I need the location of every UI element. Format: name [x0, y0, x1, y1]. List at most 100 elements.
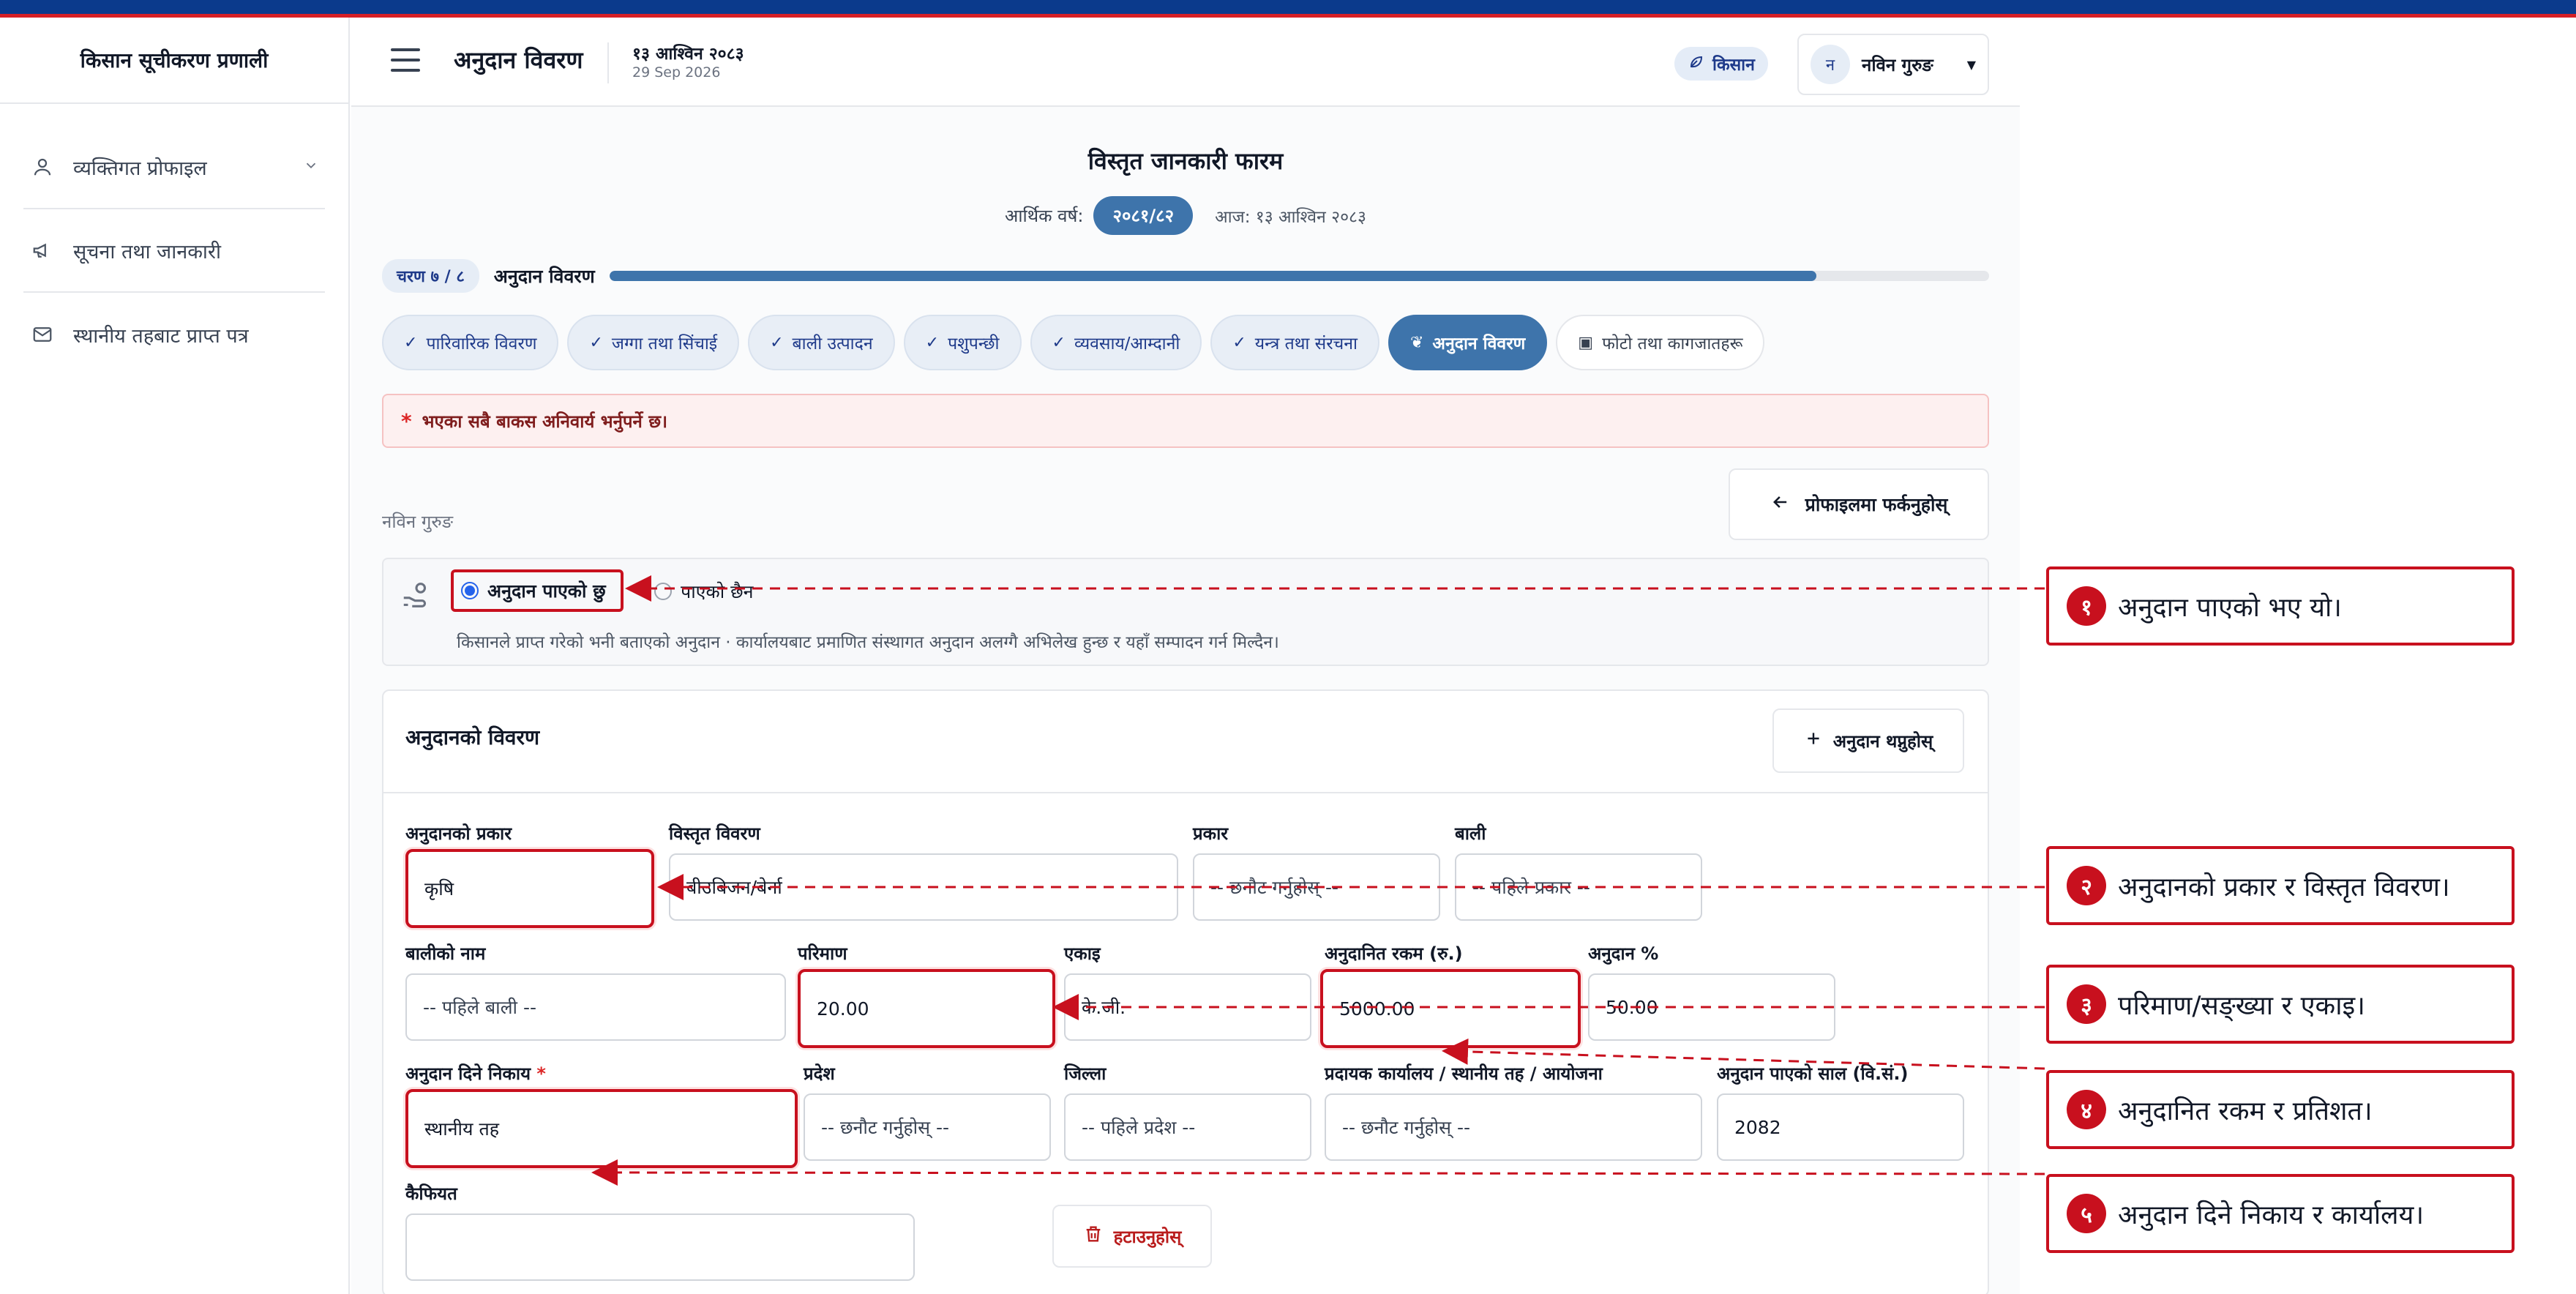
remarks-field[interactable]: [405, 1213, 915, 1281]
menu-icon[interactable]: [391, 48, 420, 75]
check-icon: ✓: [589, 333, 603, 352]
grant-type-field[interactable]: कृषि: [405, 849, 654, 928]
tab-2[interactable]: ✓ जग्गा तथा सिंचाई: [567, 315, 740, 370]
annotation-callout-2: २ अनुदानको प्रकार र विस्तृत विवरण।: [2046, 846, 2515, 925]
tab-6[interactable]: ✓ यन्त्र तथा संरचना: [1210, 315, 1379, 370]
avatar: न: [1811, 45, 1850, 84]
card-divider: [383, 792, 1988, 793]
sidebar-item-profile[interactable]: व्यक्तिगत प्रोफाइल: [23, 126, 325, 209]
caret-down-icon: ▼: [1966, 57, 1976, 72]
label-remarks: कैफियत: [405, 1183, 457, 1204]
tab-7[interactable]: ❦ अनुदान विवरण: [1388, 315, 1548, 370]
annotation-callout-4: ४ अनुदानित रकम र प्रतिशत।: [2046, 1070, 2515, 1149]
label-district: जिल्ला: [1064, 1063, 1107, 1084]
annotation-callout-5: ५ अनुदान दिने निकाय र कार्यालय।: [2046, 1174, 2515, 1253]
image-icon: ▣: [1578, 333, 1594, 352]
label-quantity: परिमाण: [798, 943, 847, 964]
annotation-number: ४: [2067, 1090, 2106, 1129]
sidebar-item-label: व्यक्तिगत प्रोफाइल: [73, 157, 207, 180]
user-menu[interactable]: न नविन गुरुङ ▼: [1797, 34, 1989, 95]
radio-yes-label: अनुदान पाएको छु: [487, 580, 606, 602]
annotation-callout-1: १ अनुदान पाएको भए यो।: [2046, 566, 2515, 646]
label-detail: विस्तृत विवरण: [669, 823, 760, 844]
form-title: विस्तृत जानकारी फारम: [1087, 147, 1284, 175]
office-select[interactable]: -- छनौट गर्नुहोस् --: [1325, 1093, 1702, 1161]
detail-field[interactable]: बीउबिजन/बेर्ना: [669, 853, 1178, 921]
fiscal-year-label: आर्थिक वर्ष:: [1005, 206, 1084, 226]
user-name: नविन गुरुङ: [1862, 54, 1933, 75]
date-nepali: १३ आश्विन २०८३: [632, 45, 744, 64]
crop-select[interactable]: -- पहिले प्रकार --: [1455, 853, 1702, 921]
farmer-name: नविन गुरुङ: [382, 512, 453, 532]
label-grant-type: अनुदानको प्रकार: [405, 823, 512, 844]
annotation-number: २: [2067, 866, 2106, 905]
grant-note: किसानले प्राप्त गरेको भनी बताएको अनुदान …: [457, 633, 1279, 652]
megaphone-icon: [29, 237, 56, 263]
label-office: प्रदायक कार्यालय / स्थानीय तह / आयोजना: [1325, 1063, 1603, 1084]
check-icon: ✓: [925, 333, 940, 352]
step-progress: चरण ७ / ८ अनुदान विवरण: [382, 258, 1989, 294]
annotation-text: अनुदानित रकम र प्रतिशत।: [2118, 1096, 2373, 1126]
check-icon: ✓: [1052, 333, 1066, 352]
alert-text: भएका सबै बाकस अनिवार्य भर्नुपर्ने छ।: [422, 411, 668, 432]
grant-card-title: अनुदानको विवरण: [405, 725, 540, 749]
add-grant-button[interactable]: अनुदान थप्नुहोस्: [1772, 708, 1964, 773]
quantity-field[interactable]: 20.00: [798, 969, 1055, 1048]
radio-unselected: [654, 583, 672, 600]
tab-4[interactable]: ✓ पशुपन्छी: [903, 315, 1022, 370]
sprout-icon: [1688, 53, 1705, 75]
grant-received-choice: अनुदान पाएको छु पाएको छैन किसानले प्राप्…: [382, 558, 1989, 666]
radio-no-label: पाएको छैन: [681, 581, 754, 602]
annotation-number: ५: [2067, 1194, 2106, 1233]
delete-grant-button[interactable]: हटाउनुहोस्: [1052, 1205, 1212, 1268]
amount-field[interactable]: 5000.00: [1320, 969, 1581, 1048]
grant-card: अनुदानको विवरण अनुदान थप्नुहोस् अनुदानको…: [382, 689, 1989, 1294]
check-icon: ✓: [1232, 333, 1246, 352]
tab-label: पशुपन्छी: [948, 334, 1000, 354]
role-badge: किसान: [1674, 47, 1768, 81]
district-select[interactable]: -- पहिले प्रदेश --: [1064, 1093, 1311, 1161]
radio-grant-yes[interactable]: अनुदान पाएको छु: [451, 569, 624, 612]
section-tabs: ✓ पारिवारिक विवरण ✓ जग्गा तथा सिंचाई ✓ बाली उ…: [382, 315, 1765, 370]
province-select[interactable]: -- छनौट गर्नुहोस् --: [804, 1093, 1051, 1161]
back-label: प्रोफाइलमा फर्कनुहोस्: [1805, 494, 1948, 515]
fiscal-year-row: आर्थिक वर्ष: २०८१/८२ आज: १३ आश्विन २०८३: [351, 196, 2020, 235]
today-date: आज: १३ आश्विन २०८३: [1215, 207, 1366, 227]
arrow-left-icon: [1770, 492, 1791, 517]
hand-coin-icon: [400, 578, 435, 613]
annotation-text: अनुदानको प्रकार र विस्तृत विवरण।: [2118, 872, 2450, 902]
label-unit: एकाइ: [1064, 943, 1101, 964]
role-label: किसान: [1712, 56, 1755, 75]
sidebar-item-notices[interactable]: सूचना तथा जानकारी: [23, 209, 325, 293]
annotation-text: परिमाण/सङ्ख्या र एकाइ।: [2118, 990, 2365, 1021]
fiscal-year-pill[interactable]: २०८१/८२: [1093, 196, 1194, 235]
label-province: प्रदेश: [804, 1063, 835, 1084]
radio-grant-no[interactable]: पाएको छैन: [654, 575, 754, 607]
label-agency: अनुदान दिने निकाय *: [405, 1063, 546, 1084]
tab-5[interactable]: ✓ व्यवसाय/आम्दानी: [1030, 315, 1202, 370]
sidebar-item-letters[interactable]: स्थानीय तहबाट प्राप्त पत्र: [23, 293, 325, 376]
unit-field[interactable]: के.जी.: [1064, 973, 1311, 1041]
crop-name-select[interactable]: -- पहिले बाली --: [405, 973, 786, 1041]
tab-8[interactable]: ▣ फोटो तथा कागजातहरू: [1556, 315, 1765, 370]
tab-1[interactable]: ✓ पारिवारिक विवरण: [382, 315, 559, 370]
tab-label: बाली उत्पादन: [792, 334, 873, 354]
tab-label: व्यवसाय/आम्दानी: [1074, 334, 1180, 354]
top-strip: [0, 0, 2576, 18]
year-field[interactable]: 2082: [1717, 1093, 1964, 1161]
tab-3[interactable]: ✓ बाली उत्पादन: [748, 315, 895, 370]
back-to-profile-button[interactable]: प्रोफाइलमा फर्कनुहोस्: [1729, 468, 1989, 540]
radio-selected: [461, 582, 479, 599]
main-content: विस्तृत जानकारी फारम आर्थिक वर्ष: २०८१/८…: [351, 107, 2020, 1294]
annotation-number: ३: [2067, 984, 2106, 1024]
tab-label: जग्गा तथा सिंचाई: [611, 334, 718, 354]
step-counter: चरण ७ / ८: [382, 259, 479, 293]
sidebar: किसान सूचीकरण प्रणाली व्यक्तिगत प्रोफाइल…: [0, 18, 350, 1294]
sprout-icon: ❦: [1409, 333, 1424, 352]
kind-select[interactable]: -- छनौट गर्नुहोस् --: [1193, 853, 1440, 921]
header-divider: [607, 42, 609, 83]
progress-fill: [609, 271, 1817, 281]
tab-label: फोटो तथा कागजातहरू: [1602, 334, 1743, 354]
agency-field[interactable]: स्थानीय तह: [405, 1089, 798, 1168]
percent-field[interactable]: 50.00: [1588, 973, 1835, 1041]
